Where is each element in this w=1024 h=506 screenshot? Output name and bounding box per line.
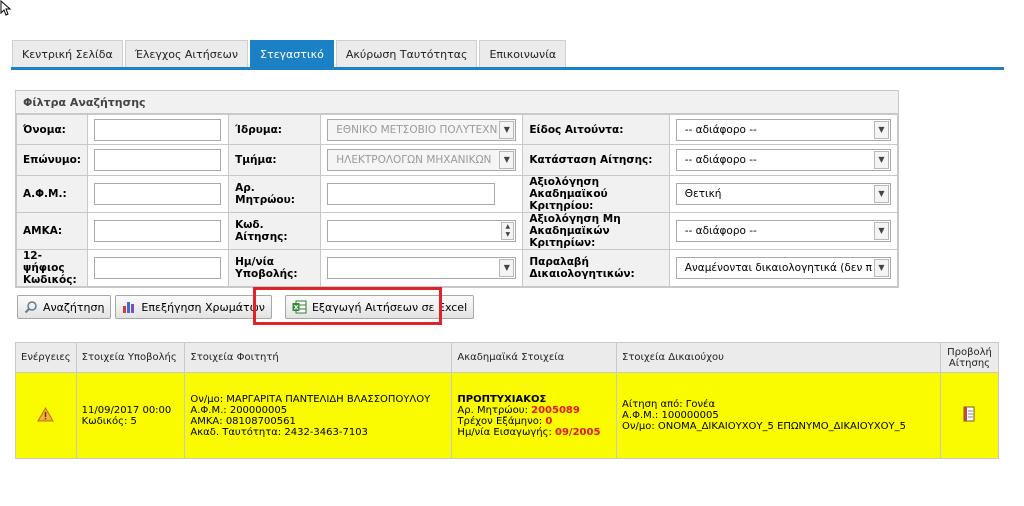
cell-submission: 11/09/2017 00:00 Κωδικός: 5 bbox=[75, 372, 186, 459]
cell-actions bbox=[15, 372, 77, 459]
search-icon bbox=[24, 301, 37, 314]
submit-date: 11/09/2017 00:00 bbox=[81, 404, 172, 416]
header-actions: Ενέργειες bbox=[15, 342, 77, 373]
applicant-type-select[interactable]: -- αδιάφορο -- ▼ bbox=[675, 118, 891, 141]
header-view: Προβολή Αίτησης bbox=[939, 342, 1000, 373]
beneficiary-afm: Α.Φ.Μ.: 100000005 bbox=[622, 410, 719, 421]
surname-label: Επώνυμο: bbox=[16, 144, 88, 176]
header-beneficiary: Στοιχεία Δικαιούχου bbox=[616, 342, 941, 373]
student-afm: Α.Φ.Μ.: 200000005 bbox=[190, 404, 288, 416]
filters-grid: Όνομα: Ίδρυμα: ΕΘΝΙΚΟ ΜΕΤΣΟΒΙΟ ΠΟΛΥΤΕΧΝ … bbox=[16, 114, 899, 287]
applicant-type-value: -- αδιάφορο -- bbox=[684, 123, 757, 136]
department-label: Τμήμα: bbox=[228, 144, 322, 176]
applicant-type-label: Είδος Αιτούντα: bbox=[522, 114, 670, 145]
chevron-down-icon: ▼ bbox=[499, 259, 515, 277]
chevron-down-icon: ▼ bbox=[874, 185, 889, 203]
nonacademic-eval-label: Αξιολόγηση Μη Ακαδημαϊκών Κριτηρίων: bbox=[522, 212, 670, 250]
surname-input[interactable] bbox=[94, 149, 221, 171]
tab-id-cancellation[interactable]: Ακύρωση Ταυτότητας bbox=[335, 40, 478, 67]
header-student: Στοιχεία Φοιτητή bbox=[184, 342, 453, 373]
student-name: Ον/μο: ΜΑΡΓΑΡΙΤΑ ΠΑΝΤΕΛΙΔΗ ΒΛΑΣΣΟΠΟΥΛΟΥ bbox=[190, 393, 431, 405]
beneficiary-name: Ον/μο: ΟΝΟΜΑ_ΔΙΚΑΙΟΥΧΟΥ_5 ΕΠΩΝΥΜΟ_ΔΙΚΑΙΟ… bbox=[622, 421, 906, 432]
nonacademic-eval-select[interactable]: -- αδιάφορο -- ▼ bbox=[675, 220, 891, 242]
registry-input[interactable] bbox=[327, 183, 496, 205]
institution-label: Ίδρυμα: bbox=[228, 114, 322, 145]
submit-date-select[interactable]: ▼ bbox=[327, 257, 517, 279]
student-academic-id: Ακαδ. Ταυτότητα: 2432-3463-7103 bbox=[190, 426, 368, 438]
registry-value: 2005089 bbox=[531, 404, 580, 416]
academic-eval-label: Αξιολόγηση Ακαδημαϊκού Κριτηρίου: bbox=[522, 175, 670, 213]
chevron-down-icon: ▼ bbox=[874, 259, 889, 277]
tabs-underline bbox=[11, 67, 1004, 70]
tab-contact[interactable]: Επικοινωνία bbox=[479, 40, 567, 67]
app-code-stepper[interactable]: ▲ ▼ bbox=[327, 220, 517, 242]
color-legend-button[interactable]: Επεξήγηση Χρωμάτων bbox=[115, 295, 272, 319]
docs-select[interactable]: Αναμένονται δικαιολογητικά (δεν π ▼ bbox=[675, 257, 891, 279]
bar-chart-icon bbox=[123, 302, 135, 313]
academic-eval-value: Θετική bbox=[684, 188, 722, 200]
registry-label: Αρ. Μητρώου: bbox=[457, 404, 532, 416]
applications-table: Ενέργειες Στοιχεία Υποβολής Στοιχεία Φοι… bbox=[15, 342, 1000, 459]
student-amka: ΑΜΚΑ: 08108700561 bbox=[190, 415, 296, 427]
entry-date-value: 09/2005 bbox=[555, 426, 601, 438]
search-button[interactable]: Αναζήτηση bbox=[17, 295, 112, 319]
afm-input[interactable] bbox=[94, 183, 221, 205]
status-value: -- αδιάφορο -- bbox=[684, 154, 757, 166]
filters-title: Φίλτρα Αναζήτησης bbox=[16, 91, 898, 114]
header-academic: Ακαδημαϊκά Στοιχεία bbox=[451, 342, 618, 373]
department-value: ΗΛΕΚΤΡΟΛΟΓΩΝ ΜΗΧΑΝΙΚΩΝ bbox=[336, 154, 492, 166]
chevron-down-icon: ▼ bbox=[874, 120, 889, 139]
tab-housing[interactable]: Στεγαστικό bbox=[250, 40, 334, 67]
academic-eval-select[interactable]: Θετική ▼ bbox=[675, 183, 891, 205]
application-code: Κωδικός: 5 bbox=[81, 415, 137, 427]
tab-home[interactable]: Κεντρική Σελίδα bbox=[12, 40, 123, 67]
institution-select[interactable]: ΕΘΝΙΚΟ ΜΕΤΣΟΒΙΟ ΠΟΛΥΤΕΧΝ ▼ bbox=[327, 118, 517, 141]
docs-label: Παραλαβή Δικαιολογητικών: bbox=[522, 249, 670, 287]
search-filters-panel: Φίλτρα Αναζήτησης Όνομα: Ίδρυμα: ΕΘΝΙΚΟ … bbox=[15, 90, 899, 288]
cell-view bbox=[939, 372, 1000, 459]
main-tabs: Κεντρική Σελίδα Έλεγχος Αιτήσεων Στεγαστ… bbox=[12, 40, 567, 67]
status-label: Κατάσταση Αίτησης: bbox=[522, 144, 670, 176]
export-button-highlight bbox=[253, 287, 442, 325]
semester-label: Τρέχον Εξάμηνο: bbox=[457, 415, 546, 427]
chevron-down-icon: ▼ bbox=[499, 151, 515, 169]
nonacademic-eval-value: -- αδιάφορο -- bbox=[684, 225, 757, 237]
chevron-down-icon: ▼ bbox=[499, 120, 515, 139]
cell-student: Ον/μο: ΜΑΡΓΑΡΙΤΑ ΠΑΝΤΕΛΙΔΗ ΒΛΑΣΣΟΠΟΥΛΟΥ … bbox=[184, 372, 453, 459]
color-legend-button-label: Επεξήγηση Χρωμάτων bbox=[141, 300, 265, 314]
mouse-cursor-icon bbox=[0, 0, 12, 16]
institution-value: ΕΘΝΙΚΟ ΜΕΤΣΟΒΙΟ ΠΟΛΥΤΕΧΝ bbox=[336, 123, 498, 136]
cell-beneficiary: Αίτηση από: Γονέα Α.Φ.Μ.: 100000005 Ον/μ… bbox=[616, 372, 941, 459]
status-select[interactable]: -- αδιάφορο -- ▼ bbox=[675, 149, 891, 171]
afm-label: Α.Φ.Μ.: bbox=[16, 175, 88, 213]
cell-academic: ΠΡΟΠΤΥΧΙΑΚΟΣ Αρ. Μητρώου: 2005089 Τρέχον… bbox=[451, 372, 618, 459]
table-row: 11/09/2017 00:00 Κωδικός: 5 Ον/μο: ΜΑΡΓΑ… bbox=[15, 372, 1000, 459]
app-code-label: Κωδ. Αίτησης: bbox=[228, 212, 322, 250]
chevron-down-icon: ▼ bbox=[874, 222, 889, 240]
department-select[interactable]: ΗΛΕΚΤΡΟΛΟΓΩΝ ΜΗΧΑΝΙΚΩΝ ▼ bbox=[327, 149, 517, 171]
entry-date-label: Ημ/νία Εισαγωγής: bbox=[457, 426, 556, 438]
study-level: ΠΡΟΠΤΥΧΙΑΚΟΣ bbox=[457, 393, 547, 405]
spinner-arrows-icon[interactable]: ▲ ▼ bbox=[501, 222, 515, 240]
docs-value: Αναμένονται δικαιολογητικά (δεν π bbox=[684, 262, 872, 274]
submit-date-label: Ημ/νία Υποβολής: bbox=[228, 249, 322, 287]
beneficiary-applicant: Αίτηση από: Γονέα bbox=[622, 399, 716, 410]
chevron-down-icon: ▼ bbox=[874, 151, 889, 169]
tab-application-review[interactable]: Έλεγχος Αιτήσεων bbox=[124, 40, 249, 67]
view-application-icon[interactable] bbox=[962, 406, 976, 422]
registry-label: Αρ. Μητρώου: bbox=[228, 175, 322, 213]
amka-label: ΑΜΚΑ: bbox=[16, 212, 88, 250]
table-header-row: Ενέργειες Στοιχεία Υποβολής Στοιχεία Φοι… bbox=[15, 342, 1000, 373]
search-button-label: Αναζήτηση bbox=[43, 300, 105, 314]
code12-input[interactable] bbox=[94, 257, 221, 279]
name-label: Όνομα: bbox=[16, 114, 88, 145]
name-input[interactable] bbox=[94, 118, 221, 141]
amka-input[interactable] bbox=[94, 220, 221, 242]
semester-value: 0 bbox=[545, 415, 553, 427]
code12-label: 12-ψήφιος Κωδικός: bbox=[16, 249, 88, 287]
warning-icon[interactable] bbox=[37, 406, 55, 422]
header-submission: Στοιχεία Υποβολής bbox=[75, 342, 186, 373]
